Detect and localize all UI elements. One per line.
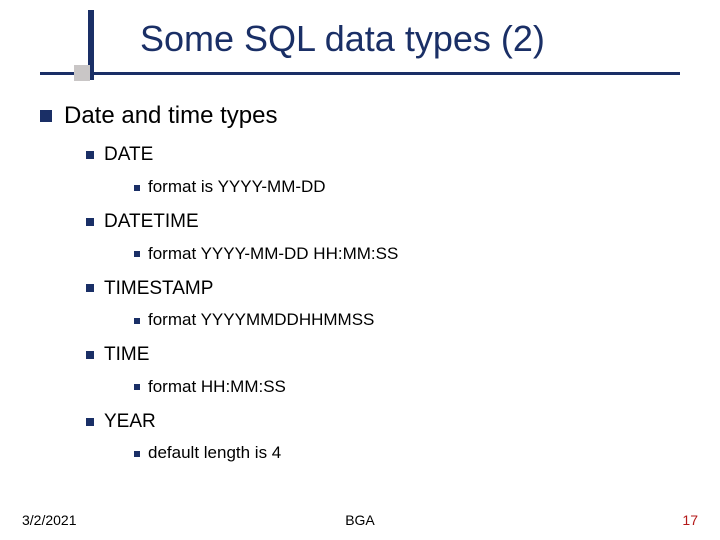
type-item: YEAR [86, 409, 690, 435]
type-name: TIMESTAMP [104, 276, 213, 302]
type-detail-text: default length is 4 [148, 442, 281, 465]
title-square-accent [74, 65, 90, 81]
section-heading-text: Date and time types [64, 100, 277, 132]
type-item: DATETIME [86, 209, 690, 235]
type-name: TIME [104, 342, 149, 368]
type-item: TIME [86, 342, 690, 368]
type-item: TIMESTAMP [86, 276, 690, 302]
type-detail-text: format HH:MM:SS [148, 376, 286, 399]
type-name: YEAR [104, 409, 156, 435]
bullet-square-icon [134, 185, 140, 191]
bullet-square-icon [86, 284, 94, 292]
type-detail-text: format is YYYY-MM-DD [148, 176, 326, 199]
bullet-square-icon [134, 384, 140, 390]
type-detail: default length is 4 [134, 442, 690, 465]
type-detail: format HH:MM:SS [134, 376, 690, 399]
bullet-square-icon [86, 151, 94, 159]
type-detail: format YYYY-MM-DD HH:MM:SS [134, 243, 690, 266]
bullet-square-icon [86, 218, 94, 226]
bullet-square-icon [134, 451, 140, 457]
footer-center: BGA [0, 512, 720, 528]
slide-title: Some SQL data types (2) [140, 18, 545, 60]
slide: { "title": "Some SQL data types (2)", "h… [0, 0, 720, 540]
type-detail-text: format YYYY-MM-DD HH:MM:SS [148, 243, 398, 266]
section-heading: Date and time types [40, 100, 690, 132]
type-name: DATE [104, 142, 153, 168]
bullet-square-icon [86, 418, 94, 426]
bullet-square-icon [134, 251, 140, 257]
type-detail: format is YYYY-MM-DD [134, 176, 690, 199]
content-area: Date and time types DATE format is YYYY-… [40, 100, 690, 467]
type-item: DATE [86, 142, 690, 168]
title-horizontal-line [40, 72, 680, 75]
type-name: DATETIME [104, 209, 199, 235]
type-detail: format YYYYMMDDHHMMSS [134, 309, 690, 332]
bullet-square-icon [134, 318, 140, 324]
footer-page-number: 17 [682, 512, 698, 528]
bullet-square-icon [86, 351, 94, 359]
bullet-square-icon [40, 110, 52, 122]
type-detail-text: format YYYYMMDDHHMMSS [148, 309, 374, 332]
